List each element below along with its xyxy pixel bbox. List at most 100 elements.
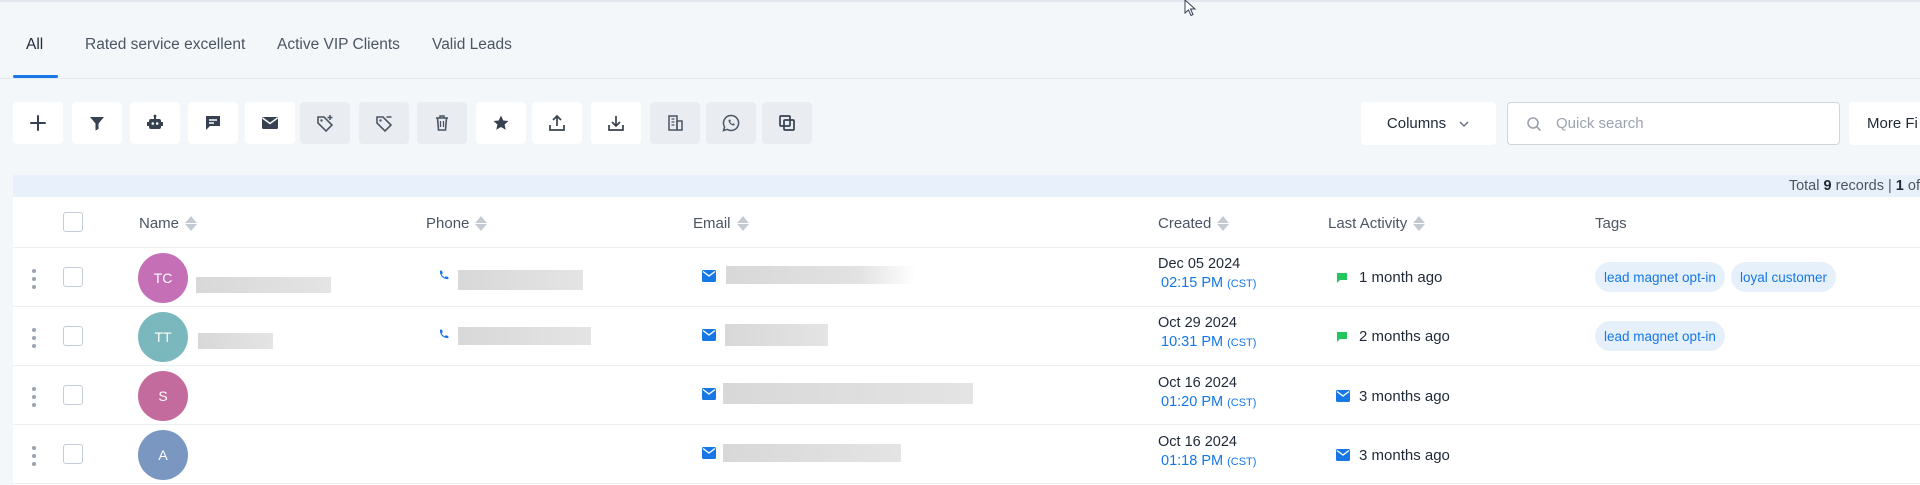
redacted-email[interactable] [726,266,916,284]
row-menu-icon[interactable] [31,387,37,407]
redacted-phone[interactable] [458,270,583,290]
mail-icon [702,329,716,341]
records-count: Total 9 records | 1 of [1788,178,1920,194]
tab-active-vip-clients[interactable]: Active VIP Clients [277,36,400,54]
delete-button[interactable] [417,102,467,144]
whatsapp-button[interactable] [706,102,756,144]
sort-icon [1217,216,1230,231]
tab-valid-leads[interactable]: Valid Leads [432,36,512,54]
column-header-tags: Tags [1595,215,1627,232]
tag-chip[interactable]: lead magnet opt-in [1595,262,1725,292]
mail-icon [702,270,716,282]
created-date: Oct 16 2024 [1158,375,1237,391]
more-filters-button[interactable]: More Fi [1849,102,1920,145]
last-activity: 3 months ago [1359,388,1450,405]
quick-search-input[interactable] [1556,115,1826,132]
remove-tag-button[interactable] [359,102,409,144]
star-icon [493,115,509,130]
row-menu-icon[interactable] [31,446,37,466]
avatar[interactable]: TT [138,312,188,362]
sort-icon [475,216,488,231]
tag-plus-icon [317,115,334,133]
column-header-created[interactable]: Created [1158,215,1230,232]
upload-icon [549,114,565,131]
redacted-phone[interactable] [458,327,591,345]
avatar[interactable]: A [138,430,188,480]
table-row[interactable]: A Oct 16 2024 01:18 PM (CST) 3 months ag… [13,425,1920,484]
row-checkbox[interactable] [63,444,83,464]
table-header: Name Phone Email Created Last Activity T… [13,197,1920,248]
whatsapp-icon [722,114,740,132]
last-activity: 2 months ago [1359,328,1450,345]
redacted-email[interactable] [723,383,973,404]
smartlist-tabs: All Rated service excellent Active VIP C… [0,0,1920,79]
review-request-button[interactable] [476,102,526,144]
last-activity: 3 months ago [1359,447,1450,464]
sort-icon [1413,216,1426,231]
import-button[interactable] [591,102,641,144]
records-info-bar: Total 9 records | 1 of [13,175,1920,197]
column-header-email[interactable]: Email [693,215,749,232]
table-row[interactable]: S Oct 16 2024 01:20 PM (CST) 3 months ag… [13,366,1920,425]
sms-icon [1337,273,1347,283]
tag-chip[interactable]: lead magnet opt-in [1595,321,1725,351]
select-all-checkbox[interactable] [63,212,83,232]
created-time: 01:18 PM (CST) [1161,453,1257,469]
add-contact-button[interactable] [13,102,63,144]
created-date: Oct 16 2024 [1158,434,1237,450]
sort-icon [185,216,198,231]
row-checkbox[interactable] [63,385,83,405]
redacted-email[interactable] [725,324,828,346]
created-time: 10:31 PM (CST) [1161,334,1257,350]
row-checkbox[interactable] [63,326,83,346]
tab-rated-service-excellent[interactable]: Rated service excellent [85,36,245,54]
filter-button[interactable] [72,102,122,144]
download-icon [608,116,624,131]
robot-icon [147,114,163,129]
redacted-name[interactable] [198,333,273,349]
tag-chip[interactable]: loyal customer [1731,262,1837,292]
column-header-phone[interactable]: Phone [426,215,488,232]
mouse-cursor-icon [1184,0,1197,17]
add-tag-button[interactable] [300,102,350,144]
active-tab-indicator [13,75,58,78]
automation-button[interactable] [130,102,180,144]
created-time: 01:20 PM (CST) [1161,394,1257,410]
table-row[interactable]: TT Oct 29 2024 10:31 PM (CST) 2 months a… [13,307,1920,366]
message-icon [206,116,220,130]
email-activity-icon [1336,449,1350,461]
filter-icon [90,117,104,131]
phone-icon [439,270,449,280]
plus-icon [30,115,46,131]
tag-minus-icon [376,116,393,133]
avatar[interactable]: TC [138,253,188,303]
send-sms-button[interactable] [188,102,238,144]
table-row[interactable]: TC Dec 05 2024 02:15 PM (CST) 1 month ag… [13,248,1920,307]
send-email-button[interactable] [245,102,295,144]
columns-button[interactable]: Columns [1361,102,1496,145]
tab-all[interactable]: All [26,36,43,54]
copy-icon [779,115,795,131]
quick-search [1507,102,1840,145]
trash-icon [436,115,448,131]
email-activity-icon [1336,390,1350,402]
add-to-company-button[interactable] [650,102,700,144]
merge-duplicates-button[interactable] [762,102,812,144]
export-button[interactable] [532,102,582,144]
column-header-last-activity[interactable]: Last Activity [1328,215,1426,232]
columns-label: Columns [1386,115,1447,132]
building-icon [668,115,683,131]
row-checkbox[interactable] [63,267,83,287]
row-menu-icon[interactable] [31,328,37,348]
sms-icon [1337,332,1347,342]
created-date: Oct 29 2024 [1158,315,1237,331]
search-icon [1527,116,1542,131]
redacted-name[interactable] [196,277,331,293]
last-activity: 1 month ago [1359,269,1443,286]
avatar[interactable]: S [138,371,188,421]
created-date: Dec 05 2024 [1158,256,1241,272]
redacted-email[interactable] [723,444,901,462]
sort-icon [736,216,749,231]
row-menu-icon[interactable] [31,269,37,289]
column-header-name[interactable]: Name [139,215,198,232]
